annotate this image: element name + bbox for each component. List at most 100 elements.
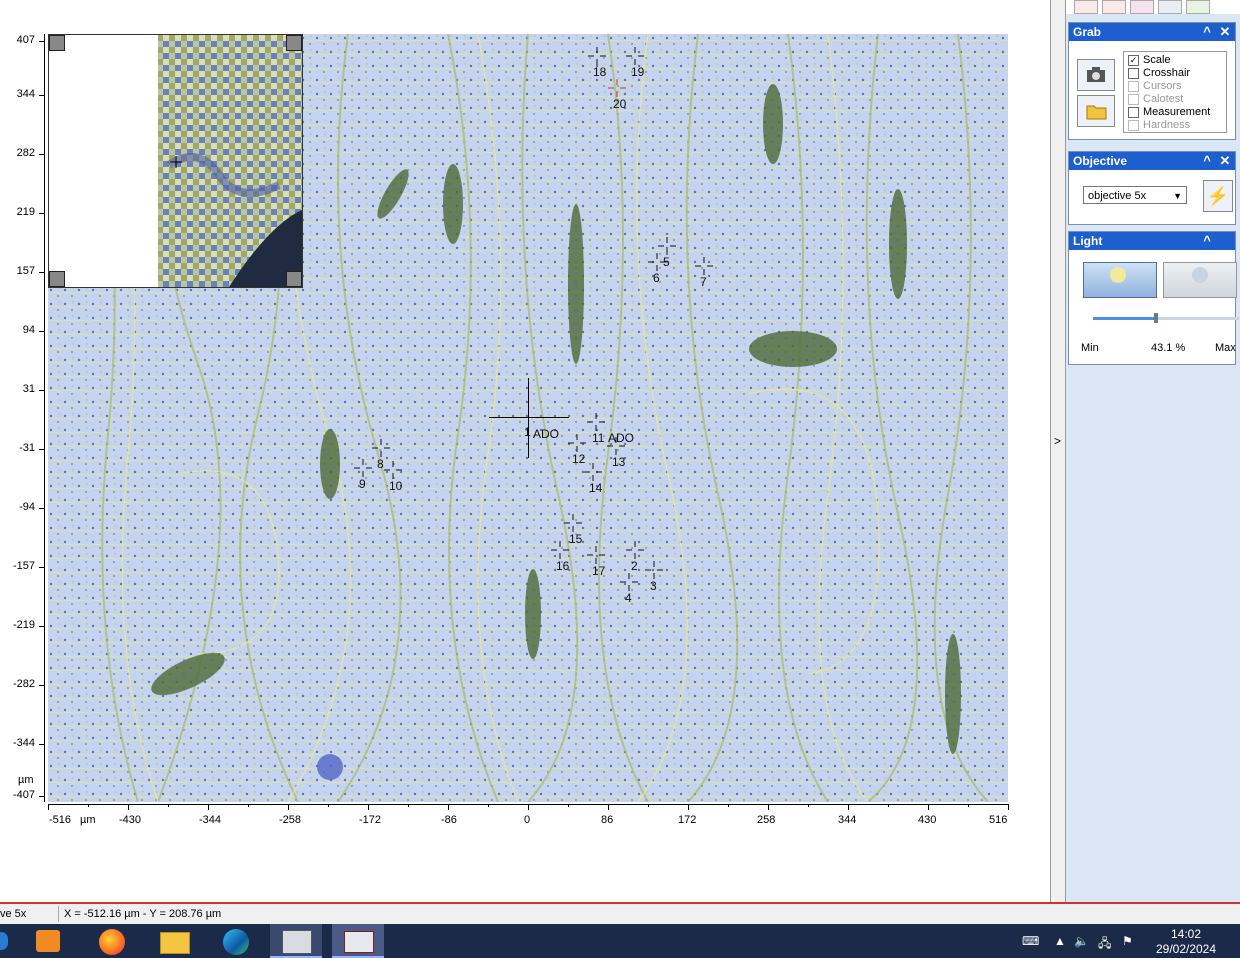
start-button[interactable] xyxy=(0,924,12,958)
light-panel-header: Light ^ xyxy=(1069,232,1235,250)
hardness-app-icon xyxy=(344,931,374,953)
objective-select[interactable]: objective 5x ▼ xyxy=(1083,186,1187,204)
grab-option-scale[interactable]: ✓ Scale xyxy=(1128,54,1222,67)
y-tick-label: -219 xyxy=(12,619,35,631)
marker-8[interactable]: 8 xyxy=(372,439,390,471)
marker-11[interactable]: 11 xyxy=(587,413,605,445)
light-settings-button[interactable] xyxy=(1163,262,1237,298)
flag-icon[interactable]: ⚑ xyxy=(1122,934,1133,948)
edge-button[interactable] xyxy=(210,924,262,958)
marker-label: 4 xyxy=(625,591,632,605)
marker-15[interactable]: 15 xyxy=(564,514,582,546)
marker-12[interactable]: 12 xyxy=(568,434,586,466)
marker-label: 20 xyxy=(613,97,627,111)
close-icon[interactable]: ✕ xyxy=(1217,152,1233,170)
inset-handle-bottom-left[interactable] xyxy=(49,271,65,287)
close-icon[interactable]: ✕ xyxy=(1217,23,1233,41)
marker-label: 19 xyxy=(631,65,645,79)
hardness-app-button[interactable] xyxy=(332,924,384,958)
marker-6[interactable]: 6 xyxy=(648,253,666,285)
marker-2[interactable]: 2 xyxy=(626,541,644,573)
x-tick-label: -344 xyxy=(199,814,222,826)
marker-9[interactable]: 9 xyxy=(354,459,372,491)
grab-option-crosshair[interactable]: Crosshair xyxy=(1128,67,1222,80)
light-on-button[interactable] xyxy=(1083,262,1157,298)
x-tick-mark xyxy=(128,804,129,810)
light-slider-thumb[interactable] xyxy=(1154,313,1158,323)
checkbox-label: Calotest xyxy=(1143,93,1184,105)
file-explorer-button[interactable] xyxy=(148,924,200,958)
collapse-icon[interactable]: ^ xyxy=(1199,23,1215,41)
marker-20[interactable]: 20 xyxy=(608,79,626,111)
marker-18[interactable]: 18 xyxy=(588,47,606,79)
marker-17[interactable]: 17 xyxy=(587,546,605,578)
marker-ADO[interactable]: ADO xyxy=(533,426,559,441)
inset-handle-top-right[interactable] xyxy=(286,35,302,51)
marker-7[interactable]: 7 xyxy=(695,257,713,289)
firefox-button[interactable] xyxy=(86,924,138,958)
center-crosshair xyxy=(489,378,569,458)
x-tick-mark xyxy=(768,804,769,810)
collapse-icon[interactable]: ^ xyxy=(1199,152,1215,170)
microscope-app-button[interactable] xyxy=(270,924,322,958)
marker-label: 13 xyxy=(612,455,626,469)
auto-light-button[interactable]: ⚡ xyxy=(1203,180,1233,212)
crosshair-tool-icon[interactable] xyxy=(1074,0,1098,14)
grab-option-measurement[interactable]: Measurement xyxy=(1128,106,1222,119)
grab-panel-title: Grab xyxy=(1073,25,1102,39)
expand-arrow-icon[interactable]: > xyxy=(1054,434,1061,448)
light-panel: Light ^ Min 43.1 % Max xyxy=(1068,231,1239,365)
grab-panel-header: Grab ^ ✕ xyxy=(1069,23,1235,41)
light-max-label: Max xyxy=(1215,342,1236,354)
clock[interactable]: 14:02 29/02/2024 xyxy=(1150,927,1222,957)
inset-handle-top-left[interactable] xyxy=(49,35,65,51)
x-tick-mark xyxy=(688,804,689,810)
y-tick-label: -407 xyxy=(12,789,35,801)
collapse-icon[interactable]: ^ xyxy=(1199,232,1215,250)
marker-crosshair-icon xyxy=(695,257,713,275)
marker-10[interactable]: 10 xyxy=(384,461,402,493)
marker-5[interactable]: 5 xyxy=(658,237,676,269)
marker-14[interactable]: 14 xyxy=(584,463,602,495)
network-icon[interactable]: 🖧 xyxy=(1098,934,1111,955)
x-tick-label: 258 xyxy=(757,814,776,826)
marker-16[interactable]: 16 xyxy=(551,541,569,573)
marker-13[interactable]: 13 xyxy=(607,437,625,469)
probe-tool-icon[interactable] xyxy=(1186,0,1210,14)
edge-icon xyxy=(223,929,249,955)
marker-3[interactable]: 3 xyxy=(645,561,663,593)
grab-options-list: ✓ Scale Crosshair Cursors Calotest Measuremen… xyxy=(1123,51,1227,133)
marker-crosshair-icon xyxy=(607,437,625,455)
camera-icon xyxy=(1087,67,1105,82)
grab-open-folder-button[interactable] xyxy=(1077,95,1115,127)
marker-4[interactable]: 4 xyxy=(620,573,638,605)
checkbox[interactable] xyxy=(1128,107,1139,118)
grab-option-cursors: Cursors xyxy=(1128,80,1222,93)
image-viewer[interactable]: 407 344 282 219 157 94 31 -31 -94 -157 -219 -282 -34… xyxy=(0,0,1050,902)
light-slider[interactable] xyxy=(1093,313,1239,324)
x-tick-mark xyxy=(888,804,889,807)
marker-1[interactable]: 1 xyxy=(524,416,531,439)
tray-chevron-icon[interactable]: ▲ xyxy=(1054,934,1066,948)
volume-icon[interactable]: 🔈 xyxy=(1074,934,1089,948)
y-tick-mark xyxy=(39,626,44,627)
x-unit-label: µm xyxy=(80,814,96,826)
panel-splitter[interactable]: > xyxy=(1050,0,1066,902)
keyboard-icon[interactable]: ⌨ xyxy=(1022,934,1039,948)
cursor-tool-icon[interactable] xyxy=(1102,0,1126,14)
marker-crosshair-icon xyxy=(587,413,605,431)
checkbox[interactable] xyxy=(1128,68,1139,79)
x-tick-mark xyxy=(728,804,729,807)
camera-tool-icon[interactable] xyxy=(1158,0,1182,14)
magnifier-inset[interactable] xyxy=(48,34,303,288)
y-tick-mark xyxy=(39,390,44,391)
y-tick-label: -31 xyxy=(19,442,35,454)
marker-label: 2 xyxy=(631,559,638,573)
target-tool-icon[interactable] xyxy=(1130,0,1154,14)
media-player-button[interactable] xyxy=(22,924,74,958)
grab-camera-button[interactable] xyxy=(1077,59,1115,91)
marker-19[interactable]: 19 xyxy=(626,47,644,79)
inset-handle-bottom-right[interactable] xyxy=(286,271,302,287)
marker-label: 9 xyxy=(359,477,366,491)
checkbox[interactable]: ✓ xyxy=(1128,55,1139,66)
